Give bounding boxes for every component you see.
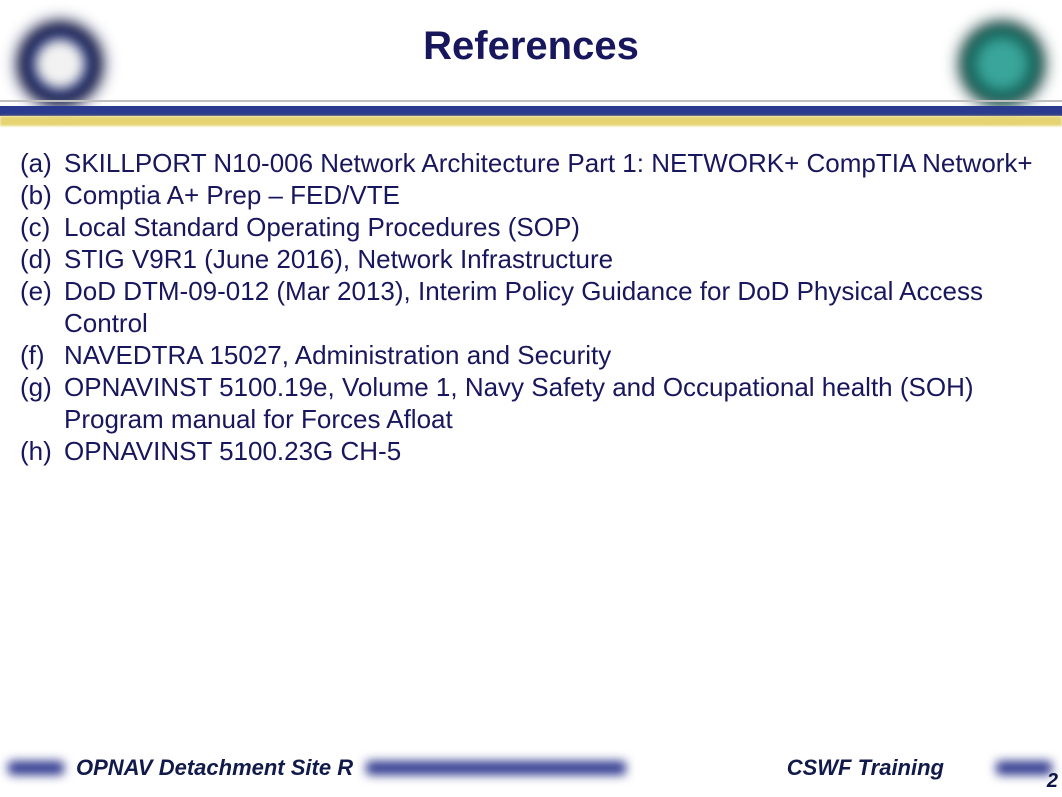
reference-label: (e) bbox=[20, 276, 60, 340]
reference-text: Comptia A+ Prep – FED/VTE bbox=[60, 180, 1042, 212]
list-item: (f) NAVEDTRA 15027, Administration and S… bbox=[20, 340, 1042, 372]
footer-band-segment bbox=[366, 761, 626, 775]
reference-label: (b) bbox=[20, 180, 60, 212]
list-item: (d) STIG V9R1 (June 2016), Network Infra… bbox=[20, 244, 1042, 276]
references-list: (a) SKILLPORT N10-006 Network Architectu… bbox=[20, 148, 1042, 468]
list-item: (c) Local Standard Operating Procedures … bbox=[20, 212, 1042, 244]
footer-band-segment bbox=[8, 761, 64, 775]
slide: References (a) SKILLPORT N10-006 Network… bbox=[0, 0, 1062, 797]
divider-gold-band bbox=[0, 116, 1062, 126]
reference-label: (h) bbox=[20, 436, 60, 468]
list-item: (b) Comptia A+ Prep – FED/VTE bbox=[20, 180, 1042, 212]
footer-band-segment bbox=[996, 761, 1052, 775]
reference-label: (d) bbox=[20, 244, 60, 276]
reference-text: Local Standard Operating Procedures (SOP… bbox=[60, 212, 1042, 244]
reference-text: DoD DTM-09-012 (Mar 2013), Interim Polic… bbox=[60, 276, 1042, 340]
reference-text: NAVEDTRA 15027, Administration and Secur… bbox=[60, 340, 1042, 372]
header-divider bbox=[0, 100, 1062, 126]
list-item: (a) SKILLPORT N10-006 Network Architectu… bbox=[20, 148, 1042, 180]
footer: OPNAV Detachment Site R CSWF Training bbox=[0, 753, 1062, 783]
footer-right-text: CSWF Training bbox=[787, 755, 944, 781]
reference-text: OPNAVINST 5100.23G CH-5 bbox=[60, 436, 1042, 468]
footer-left-text: OPNAV Detachment Site R bbox=[76, 755, 353, 781]
reference-label: (g) bbox=[20, 372, 60, 436]
reference-text: STIG V9R1 (June 2016), Network Infrastru… bbox=[60, 244, 1042, 276]
page-title: References bbox=[0, 24, 1062, 69]
divider-line bbox=[0, 100, 1062, 102]
reference-text: OPNAVINST 5100.19e, Volume 1, Navy Safet… bbox=[60, 372, 1042, 436]
list-item: (e) DoD DTM-09-012 (Mar 2013), Interim P… bbox=[20, 276, 1042, 340]
reference-label: (a) bbox=[20, 148, 60, 180]
divider-blue-band bbox=[0, 106, 1062, 116]
list-item: (g) OPNAVINST 5100.19e, Volume 1, Navy S… bbox=[20, 372, 1042, 436]
list-item: (h) OPNAVINST 5100.23G CH-5 bbox=[20, 436, 1042, 468]
reference-label: (f) bbox=[20, 340, 60, 372]
reference-text: SKILLPORT N10-006 Network Architecture P… bbox=[60, 148, 1042, 180]
reference-label: (c) bbox=[20, 212, 60, 244]
page-number: 2 bbox=[1047, 770, 1058, 793]
